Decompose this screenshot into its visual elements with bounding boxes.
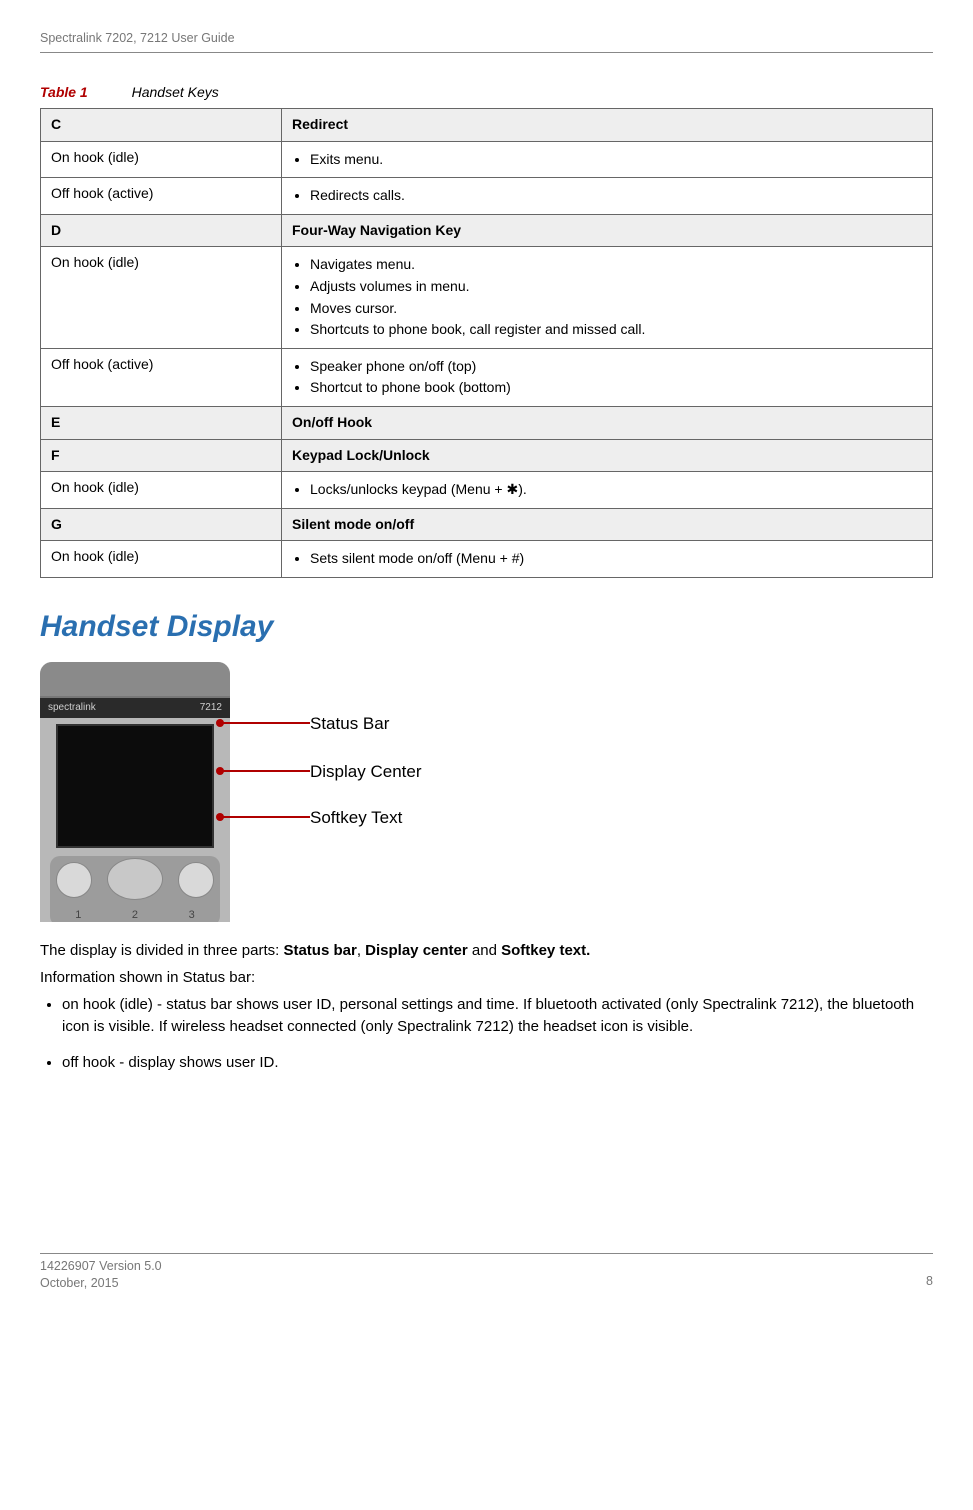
table-caption: Table 1 Handset Keys [40, 83, 933, 103]
paragraph: The display is divided in three parts: S… [40, 940, 933, 961]
callout-line-icon [220, 770, 310, 772]
table-row: On hook (idle) Locks/unlocks keypad (Men… [41, 472, 933, 509]
handset-keys-table: C Redirect On hook (idle) Exits menu. Of… [40, 108, 933, 578]
state-cell: Off hook (active) [41, 178, 282, 215]
state-cell: On hook (idle) [41, 141, 282, 178]
table-row: On hook (idle) Sets silent mode on/off (… [41, 541, 933, 578]
nav-key-icon [107, 858, 163, 900]
text: and [468, 942, 501, 959]
callout-lines [230, 662, 310, 922]
section-label: Silent mode on/off [282, 508, 933, 541]
state-cell: On hook (idle) [41, 472, 282, 509]
section-letter: D [41, 214, 282, 247]
bullet-item: Navigates menu. [310, 255, 922, 275]
desc-cell: Navigates menu. Adjusts volumes in menu.… [282, 247, 933, 348]
page-number: 8 [926, 1273, 933, 1291]
phone-keypad-area: 1 2 3 [50, 856, 220, 922]
table-section-row: F Keypad Lock/Unlock [41, 439, 933, 472]
section-label: Four-Way Navigation Key [282, 214, 933, 247]
bold-text: Display center [365, 942, 468, 959]
callout-softkey-text: Softkey Text [310, 806, 402, 830]
key-2: 2 [132, 908, 138, 922]
desc-cell: Sets silent mode on/off (Menu + #) [282, 541, 933, 578]
bullet-item: Exits menu. [310, 150, 922, 170]
callout-line-icon [220, 816, 310, 818]
handset-diagram: spectralink 7212 1 2 3 Status Bar Displa… [40, 662, 933, 922]
table-title: Handset Keys [132, 84, 219, 100]
section-heading: Handset Display [40, 606, 933, 648]
footer-date: October, 2015 [40, 1275, 162, 1291]
desc-cell: Redirects calls. [282, 178, 933, 215]
section-label: On/off Hook [282, 407, 933, 440]
doc-header: Spectralink 7202, 7212 User Guide [40, 30, 933, 48]
section-letter: E [41, 407, 282, 440]
phone-brand-text: spectralink [48, 701, 96, 715]
list-item: on hook (idle) - status bar shows user I… [62, 994, 933, 1038]
table-row: On hook (idle) Navigates menu. Adjusts v… [41, 247, 933, 348]
table-row: Off hook (active) Speaker phone on/off (… [41, 348, 933, 406]
table-section-row: C Redirect [41, 109, 933, 142]
callout-line-icon [220, 722, 310, 724]
desc-cell: Speaker phone on/off (top) Shortcut to p… [282, 348, 933, 406]
body-list: on hook (idle) - status bar shows user I… [40, 994, 933, 1073]
bullet-item: Shortcut to phone book (bottom) [310, 378, 922, 398]
table-number: Table 1 [40, 84, 88, 100]
section-label: Keypad Lock/Unlock [282, 439, 933, 472]
desc-cell: Exits menu. [282, 141, 933, 178]
phone-brand-bar: spectralink 7212 [40, 698, 230, 718]
phone-earpiece [40, 662, 230, 698]
section-letter: C [41, 109, 282, 142]
phone-illustration: spectralink 7212 1 2 3 [40, 662, 230, 922]
bullet-item: Redirects calls. [310, 186, 922, 206]
bullet-item: Shortcuts to phone book, call register a… [310, 320, 922, 340]
state-cell: On hook (idle) [41, 247, 282, 348]
header-rule [40, 52, 933, 53]
table-section-row: E On/off Hook [41, 407, 933, 440]
bullet-item: Sets silent mode on/off (Menu + #) [310, 549, 922, 569]
text: , [357, 942, 365, 959]
footer-version: 14226907 Version 5.0 [40, 1258, 162, 1274]
key-3: 3 [189, 908, 195, 922]
section-label: Redirect [282, 109, 933, 142]
key-1: 1 [75, 908, 81, 922]
bullet-item: Moves cursor. [310, 299, 922, 319]
callout-status-bar: Status Bar [310, 712, 389, 736]
table-section-row: D Four-Way Navigation Key [41, 214, 933, 247]
text: The display is divided in three parts: [40, 942, 283, 959]
table-row: On hook (idle) Exits menu. [41, 141, 933, 178]
bullet-item: Adjusts volumes in menu. [310, 277, 922, 297]
paragraph: Information shown in Status bar: [40, 967, 933, 988]
phone-model-text: 7212 [200, 701, 222, 715]
phone-screen [56, 724, 214, 848]
bold-text: Softkey text. [501, 942, 590, 959]
list-item: off hook - display shows user ID. [62, 1052, 933, 1074]
state-cell: On hook (idle) [41, 541, 282, 578]
state-cell: Off hook (active) [41, 348, 282, 406]
table-row: Off hook (active) Redirects calls. [41, 178, 933, 215]
bold-text: Status bar [283, 942, 356, 959]
section-letter: F [41, 439, 282, 472]
bullet-item: Locks/unlocks keypad (Menu + ✱). [310, 480, 922, 500]
section-letter: G [41, 508, 282, 541]
desc-cell: Locks/unlocks keypad (Menu + ✱). [282, 472, 933, 509]
callout-display-center: Display Center [310, 760, 422, 784]
bullet-item: Speaker phone on/off (top) [310, 357, 922, 377]
page-footer: 14226907 Version 5.0 October, 2015 8 [40, 1253, 933, 1291]
table-section-row: G Silent mode on/off [41, 508, 933, 541]
